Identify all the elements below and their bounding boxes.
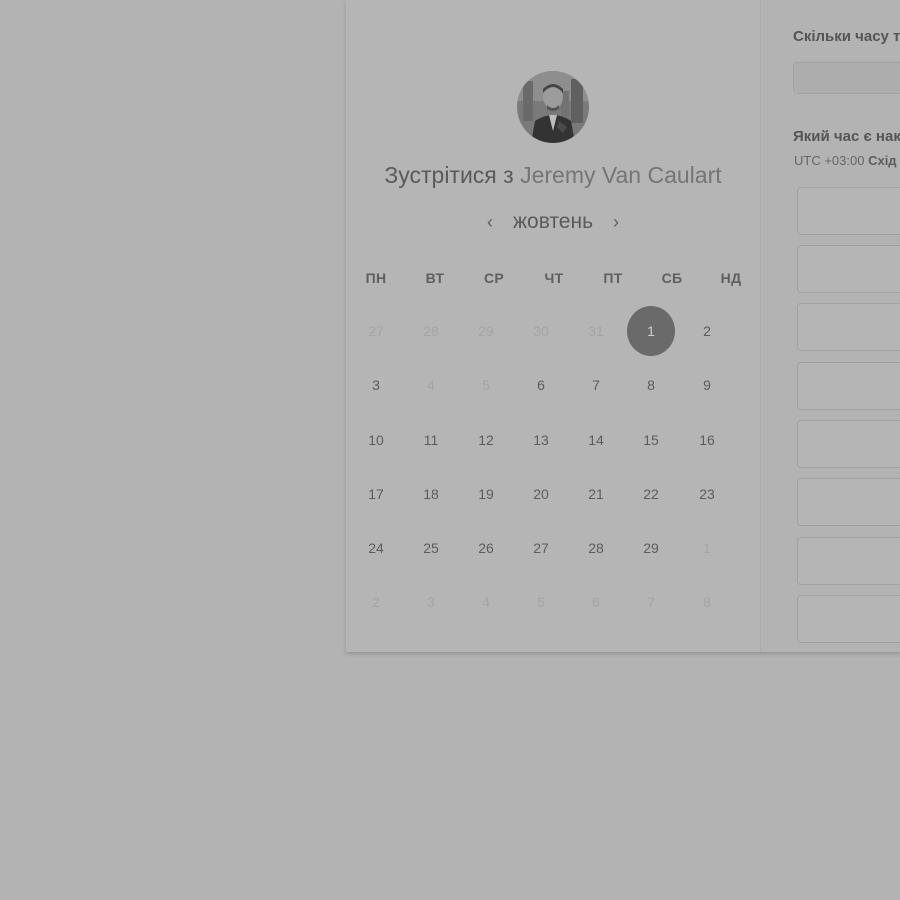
calendar-day: 5 [482,377,490,393]
calendar-day: 5 [537,594,545,610]
calendar-day: 27 [368,323,384,339]
weekday-header: СБ [661,270,683,286]
weekday-header: ВТ [425,270,445,286]
page: Зустрітися з Jeremy Van Caulart ‹ жовтен… [0,0,900,900]
calendar-day: 4 [427,377,435,393]
calendar-day[interactable]: 9 [683,361,731,409]
time-slot[interactable] [797,303,900,351]
calendar-day[interactable]: 11 [407,416,455,464]
weekday-header: СР [483,270,505,286]
time-slot[interactable] [797,537,900,585]
calendar-day[interactable]: 28 [572,524,620,572]
time-slot[interactable] [797,478,900,526]
time-slot[interactable] [797,420,900,468]
calendar-day[interactable]: 13 [517,416,565,464]
calendar-day: 2 [372,594,380,610]
calendar-day[interactable]: 3 [352,361,400,409]
calendar-day[interactable]: 21 [572,470,620,518]
timezone-offset: UTC +03:00 [794,153,865,168]
weekday-header: ПН [365,270,387,286]
time-slot[interactable] [797,362,900,410]
calendar-day[interactable]: 16 [683,416,731,464]
calendar-day: 30 [533,323,549,339]
calendar-day[interactable]: 26 [462,524,510,572]
time-selection-pane: Скільки часу т Який час є нак UTC +03:00… [761,0,900,652]
calendar-day[interactable]: 29 [627,524,675,572]
calendar-day: 8 [703,594,711,610]
duration-label: Скільки часу т [793,28,900,45]
calendar-day: 4 [482,594,490,610]
calendar-day[interactable]: 2 [683,307,731,355]
weekday-header: ПТ [603,270,623,286]
calendar-day[interactable]: 14 [572,416,620,464]
calendar-day[interactable]: 10 [352,416,400,464]
calendar-day[interactable]: 15 [627,416,675,464]
weekday-header: НД [720,270,742,286]
calendar-pane: Зустрітися з Jeremy Van Caulart ‹ жовтен… [346,0,760,652]
calendar-day: 28 [423,323,439,339]
calendar-day[interactable]: 24 [352,524,400,572]
calendar-day[interactable]: 19 [462,470,510,518]
calendar-day[interactable]: 7 [572,361,620,409]
calendar-day[interactable]: 18 [407,470,455,518]
timezone-name: Схід [868,153,897,168]
calendar-day: 29 [478,323,494,339]
calendar-day: 6 [592,594,600,610]
meeting-scheduler-card: Зустрітися з Jeremy Van Caulart ‹ жовтен… [346,0,900,652]
calendar-day-selected[interactable]: 1 [627,306,675,356]
weekday-header: ЧТ [544,270,564,286]
calendar-day[interactable]: 22 [627,470,675,518]
time-slot[interactable] [797,595,900,643]
calendar-day[interactable]: 12 [462,416,510,464]
calendar-day[interactable]: 8 [627,361,675,409]
calendar-day: 31 [588,323,604,339]
time-slot[interactable] [797,245,900,293]
timezone-info[interactable]: UTC +03:00 Схід [794,153,897,168]
time-label: Який час є нак [793,128,900,145]
calendar-day: 1 [703,540,711,556]
calendar-day[interactable]: 17 [352,470,400,518]
duration-select[interactable] [793,62,900,94]
time-slot[interactable] [797,187,900,235]
calendar-day: 7 [647,594,655,610]
calendar-day: 3 [427,594,435,610]
calendar-day[interactable]: 25 [407,524,455,572]
calendar-day[interactable]: 23 [683,470,731,518]
calendar-day[interactable]: 6 [517,361,565,409]
calendar-day[interactable]: 27 [517,524,565,572]
calendar-grid: ПН ВТ СР ЧТ ПТ СБ НД 27 28 29 30 31 1 2 3 4 5 6 7 8 9 10 11 12 1… [346,0,760,652]
calendar-day[interactable]: 20 [517,470,565,518]
